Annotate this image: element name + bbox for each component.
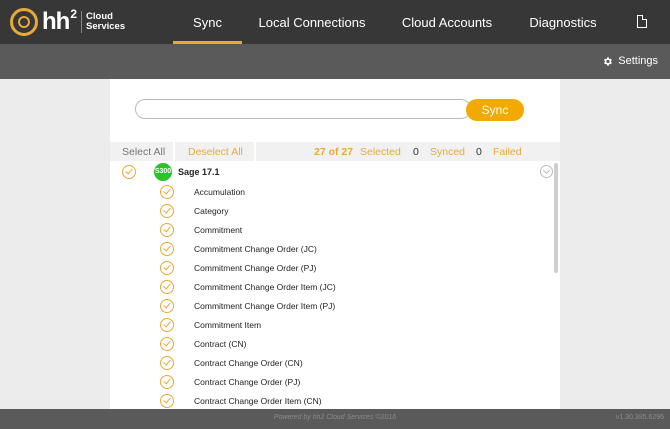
item-checkbox[interactable] [160,185,174,199]
list-item: Category [194,206,229,216]
document-icon[interactable] [637,15,647,28]
list-item: Contract (CN) [194,339,247,349]
tab-cloud-accounts[interactable]: Cloud Accounts [394,0,500,44]
logo-mark-icon [10,8,38,36]
version-text: v1.30.385.6296 [615,414,664,421]
collapse-chevron-icon[interactable] [540,165,553,178]
list-item: Accumulation [194,187,246,197]
search-input[interactable] [135,99,471,119]
tab-diagnostics[interactable]: Diagnostics [522,0,604,44]
sub-toolbar: Settings [0,44,670,79]
top-bar: hh 2 Cloud Services Sync Local Connectio… [0,0,670,44]
item-checkbox[interactable] [160,375,174,389]
tab-sync[interactable]: Sync [173,0,242,44]
logo-text: Cloud Services [86,12,125,32]
status-separator [173,142,175,161]
selected-label: Selected [360,146,401,158]
list-item: Commitment Change Order (PJ) [194,263,317,273]
failed-label: Failed [493,146,522,158]
source-checkbox[interactable] [122,165,136,179]
synced-count: 0 [413,146,419,158]
list-item: Contract Change Order (CN) [194,358,303,368]
sync-panel: Sync Select All Deselect All 27 of 27 Se… [110,79,560,409]
item-checkbox[interactable] [160,223,174,237]
item-checkbox[interactable] [160,394,174,408]
list-item: Contract Change Order Item (CN) [194,396,322,406]
scrollbar[interactable] [554,163,558,273]
list-item: Commitment Change Order Item (JC) [194,282,336,292]
settings-label: Settings [618,55,658,67]
tab-local-connections[interactable]: Local Connections [252,0,372,44]
footer: Powered by hh2 Cloud Services ©2016 v1.3… [0,409,670,429]
deselect-all-link[interactable]: Deselect All [188,146,243,158]
source-name: Sage 17.1 [178,167,220,177]
status-bar: Select All Deselect All 27 of 27 Selecte… [110,142,560,161]
list-item: Commitment Item [194,320,262,330]
item-checkbox[interactable] [160,242,174,256]
item-checkbox[interactable] [160,337,174,351]
item-checkbox[interactable] [160,204,174,218]
logo-divider [81,11,83,33]
failed-count: 0 [476,146,482,158]
hh2-logo: hh 2 Cloud Services [10,6,125,38]
settings-button[interactable]: Settings [602,55,658,67]
status-separator [254,142,256,161]
item-checkbox[interactable] [160,261,174,275]
synced-label: Synced [430,146,466,158]
item-checkbox[interactable] [160,299,174,313]
item-checkbox[interactable] [160,356,174,370]
selected-count: 27 of 27 [314,146,354,158]
gear-icon [604,56,613,66]
list-item: Commitment [194,225,243,235]
list-item: Contract Change Order (PJ) [194,377,301,387]
logo-hh: hh [42,8,70,35]
select-all-link[interactable]: Select All [122,146,165,158]
item-checkbox[interactable] [160,318,174,332]
logo-text-line2: Services [86,21,126,32]
list-item: Commitment Change Order Item (PJ) [194,301,336,311]
list-item: Commitment Change Order (JC) [194,244,317,254]
item-checkbox[interactable] [160,280,174,294]
powered-by-text: Powered by hh2 Cloud Services ©2016 [273,414,397,421]
sync-button[interactable]: Sync [466,99,524,121]
logo-superscript: 2 [70,7,78,21]
source-badge: S300 [154,163,172,181]
